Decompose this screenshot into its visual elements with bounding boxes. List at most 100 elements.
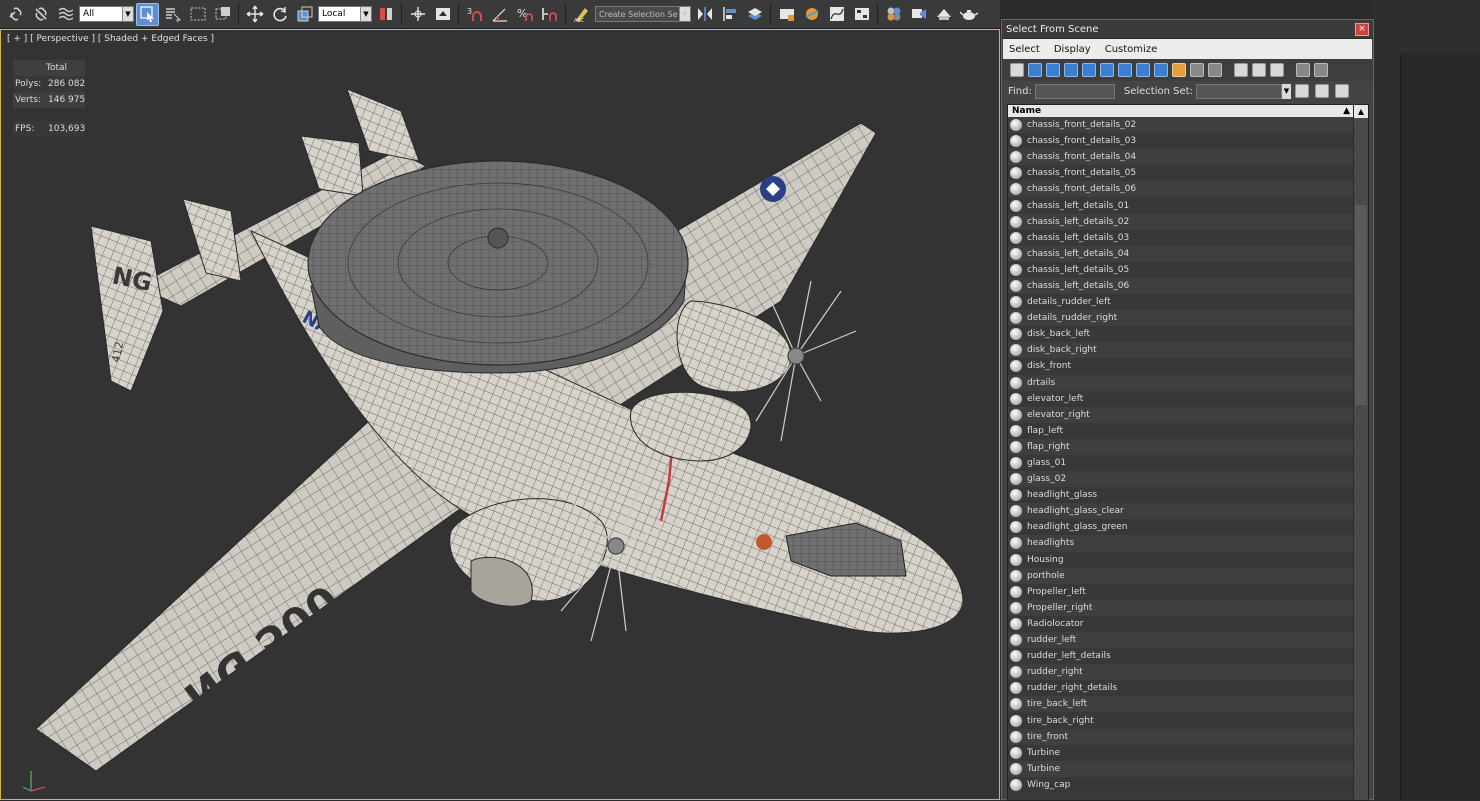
display-lights-icon[interactable] [1044, 62, 1061, 79]
list-item[interactable]: chassis_left_details_05 [1008, 261, 1353, 278]
list-item[interactable]: Radiolocator [1008, 615, 1353, 632]
select-all-icon[interactable] [1232, 62, 1249, 79]
render-setup-icon[interactable] [907, 3, 930, 26]
align-icon[interactable] [718, 3, 741, 26]
display-geometry-icon[interactable] [1008, 62, 1025, 79]
list-scrollbar[interactable]: ▲ [1353, 105, 1368, 800]
list-item[interactable]: chassis_left_details_02 [1008, 213, 1353, 230]
list-item[interactable]: chassis_left_details_03 [1008, 229, 1353, 246]
select-object-icon[interactable] [136, 2, 159, 26]
pivot-center-icon[interactable] [374, 3, 397, 26]
edit-set-icon[interactable] [1314, 83, 1331, 100]
list-item[interactable]: Housing [1008, 551, 1353, 568]
list-item[interactable]: Propeller_left [1008, 583, 1353, 600]
curve-editor-icon[interactable] [825, 3, 848, 26]
angle-snap-icon[interactable] [488, 3, 511, 26]
name-column-header[interactable]: Name ▲ [1008, 105, 1368, 117]
list-item[interactable]: Turbine [1008, 760, 1353, 777]
list-item[interactable]: chassis_front_details_02 [1008, 117, 1353, 134]
list-item[interactable]: chassis_left_details_06 [1008, 277, 1353, 295]
graphite-tools-icon[interactable] [775, 3, 798, 26]
list-item[interactable]: flap_right [1008, 438, 1353, 455]
menu-display[interactable]: Display [1054, 44, 1091, 55]
aircraft-model[interactable]: NG 412 NG 500 NAVY [1, 30, 1000, 800]
unlink-icon[interactable] [29, 3, 52, 26]
link-icon[interactable] [4, 3, 27, 26]
delete-set-icon[interactable] [1334, 83, 1351, 100]
scene-explorer-icon[interactable] [800, 3, 823, 26]
render-teapot-icon[interactable] [957, 3, 980, 26]
list-item[interactable]: chassis_front_details_03 [1008, 133, 1353, 150]
select-manipulate-icon[interactable] [406, 3, 429, 26]
list-item[interactable]: disk_front [1008, 358, 1353, 375]
list-item[interactable]: chassis_front_details_04 [1008, 149, 1353, 166]
list-item[interactable]: rudder_left [1008, 632, 1353, 649]
scale-icon[interactable] [293, 3, 316, 26]
dialog-titlebar[interactable]: Select From Scene × [1002, 20, 1373, 39]
display-frozen-icon[interactable] [1188, 62, 1205, 79]
window-crossing-icon[interactable] [211, 3, 234, 26]
select-invert-icon[interactable] [1268, 62, 1285, 79]
move-icon[interactable] [243, 3, 266, 26]
reference-coord-dropdown[interactable]: Local ▼ [318, 6, 372, 22]
list-item[interactable]: Turbine [1008, 744, 1353, 761]
filter-options-icon[interactable] [1312, 62, 1329, 79]
find-input[interactable] [1034, 83, 1115, 99]
list-item[interactable]: rudder_right_details [1008, 680, 1353, 697]
list-item[interactable]: glass_02 [1008, 471, 1353, 488]
scroll-up-icon[interactable]: ▲ [1354, 105, 1368, 118]
display-xrefs-icon[interactable] [1134, 62, 1151, 79]
bind-spacewarp-icon[interactable] [54, 3, 77, 26]
list-item[interactable]: tire_back_right [1008, 712, 1353, 729]
filter-icon[interactable] [1294, 62, 1311, 79]
schematic-view-icon[interactable] [850, 3, 873, 26]
selection-set-dropdown[interactable]: ▼ [1195, 83, 1291, 99]
menu-customize[interactable]: Customize [1105, 44, 1158, 55]
display-spacewarps-icon[interactable] [1098, 62, 1115, 79]
list-item[interactable]: tire_back_left [1008, 696, 1353, 713]
rect-selection-icon[interactable] [186, 3, 209, 26]
scroll-thumb[interactable] [1355, 205, 1367, 405]
list-item[interactable]: chassis_left_details_04 [1008, 245, 1353, 262]
list-item[interactable]: headlight_glass_green [1008, 519, 1353, 536]
perspective-viewport[interactable]: [ + ] [ Perspective ] [ Shaded + Edged F… [0, 29, 1000, 800]
select-none-icon[interactable] [1250, 62, 1267, 79]
list-item[interactable]: details_rudder_left [1008, 294, 1353, 311]
list-item[interactable]: rudder_left_details [1008, 648, 1353, 665]
list-item[interactable]: disk_back_left [1008, 326, 1353, 343]
list-item[interactable]: porthole [1008, 567, 1353, 584]
edit-named-selection-icon[interactable]: ABC [570, 3, 593, 26]
list-item[interactable]: details_rudder_right [1008, 310, 1353, 327]
list-item[interactable]: disk_back_right [1008, 342, 1353, 359]
list-item[interactable]: rudder_right [1008, 664, 1353, 681]
snaps-toggle-icon[interactable]: 3 [463, 3, 486, 26]
list-item[interactable]: headlight_glass_clear [1008, 503, 1353, 520]
list-item[interactable]: elevator_left [1008, 390, 1353, 407]
list-item[interactable]: glass_01 [1008, 454, 1353, 472]
material-editor-icon[interactable] [882, 3, 905, 26]
display-helpers-icon[interactable] [1080, 62, 1097, 79]
list-item[interactable]: headlight_glass [1008, 487, 1353, 504]
list-item[interactable]: elevator_right [1008, 406, 1353, 423]
list-item[interactable]: chassis_left_details_01 [1008, 197, 1353, 214]
display-bones-icon[interactable] [1152, 62, 1169, 79]
rotate-icon[interactable] [268, 3, 291, 26]
close-button[interactable]: × [1355, 22, 1369, 36]
list-item[interactable]: Propeller_right [1008, 599, 1353, 616]
display-groups-icon[interactable] [1116, 62, 1133, 79]
display-shapes-icon[interactable] [1026, 62, 1043, 79]
display-containers-icon[interactable] [1170, 62, 1187, 79]
selection-filter-dropdown[interactable]: All ▼ [79, 6, 134, 22]
list-item[interactable]: Wing_cap [1008, 776, 1353, 793]
percent-snap-icon[interactable]: % [513, 3, 536, 26]
select-by-name-icon[interactable] [161, 3, 184, 26]
list-item[interactable]: drtails [1008, 374, 1353, 391]
mirror-icon[interactable] [693, 3, 716, 26]
spinner-snap-icon[interactable] [538, 3, 561, 26]
display-hidden-icon[interactable] [1206, 62, 1223, 79]
manage-layers-icon[interactable] [743, 3, 766, 26]
named-selection-dropdown[interactable]: Create Selection Se ▼ [595, 6, 691, 22]
list-item[interactable]: flap_left [1008, 422, 1353, 439]
list-item[interactable]: tire_front [1008, 728, 1353, 745]
list-item[interactable]: headlights [1008, 535, 1353, 552]
